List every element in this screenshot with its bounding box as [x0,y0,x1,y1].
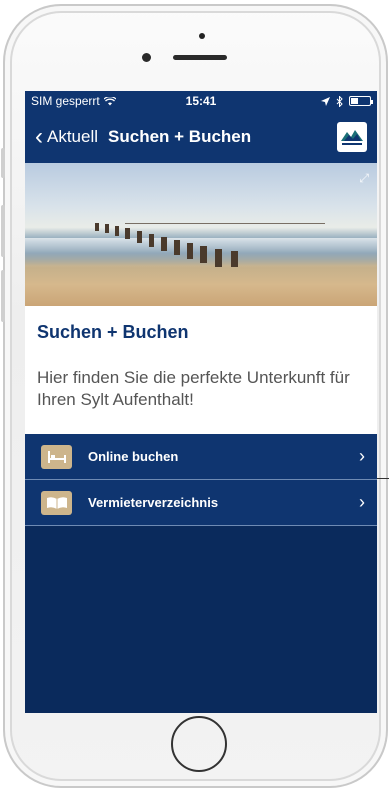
front-camera [142,53,151,62]
logo-mountains [341,130,363,141]
bed-icon [41,444,72,469]
sylt-logo-icon[interactable] [337,122,367,152]
earpiece-speaker [173,55,227,60]
navigation-bar: ‹ Aktuell Suchen + Buchen [25,111,377,163]
menu-item-label: Vermieterverzeichnis [88,495,219,510]
home-button[interactable] [171,716,227,772]
battery-fill [351,98,358,104]
intro-section: Suchen + Buchen Hier finden Sie die perf… [25,306,377,434]
expand-icon[interactable]: ⤢ [359,171,369,186]
hero-groyne [95,223,325,267]
proximity-sensor [199,33,205,39]
volume-down-button [1,270,5,322]
chevron-right-icon: › [359,446,365,466]
chevron-right-icon: › [359,492,365,512]
page-title: Suchen + Buchen [108,127,252,146]
screen: SIM gesperrt 15:41 ‹ Aktuell Suchen + Bu… [25,91,377,713]
book-icon [41,490,72,515]
clock: 15:41 [185,94,217,108]
section-text: Hier finden Sie die perfekte Unterkunft … [37,368,350,409]
back-button[interactable]: ‹ Aktuell [35,125,98,149]
battery-icon [349,96,373,106]
menu-item-vermieterverzeichnis[interactable]: Vermieterverzeichnis › [25,480,377,526]
section-heading: Suchen + Buchen [37,322,189,342]
volume-up-button [1,205,5,257]
menu-item-online-buchen[interactable]: Online buchen › [25,434,377,480]
menu-item-label: Online buchen [88,449,179,464]
mute-switch [1,148,5,178]
logo-text-line [342,143,362,145]
back-label: Aktuell [47,127,99,146]
hero-image: ⤢ [25,163,377,306]
chevron-left-icon: ‹ [35,123,43,150]
status-bar: SIM gesperrt 15:41 [25,91,377,111]
